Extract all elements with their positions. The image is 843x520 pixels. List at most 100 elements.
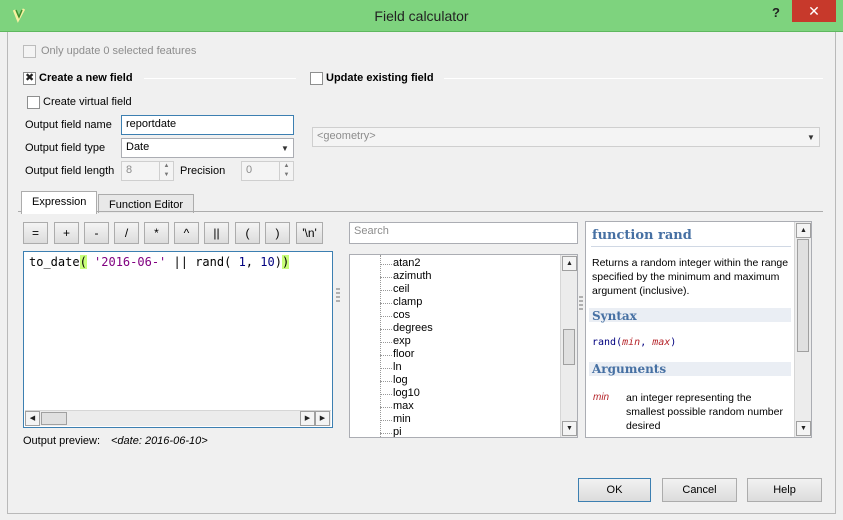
- code-paren: ): [281, 255, 290, 269]
- tree-branch-line: [380, 433, 392, 434]
- scroll-left-icon[interactable]: ◀: [25, 411, 40, 426]
- tree-branch-line: [380, 329, 392, 330]
- output-field-name-input[interactable]: reportdate: [121, 115, 294, 135]
- search-placeholder: Search: [354, 225, 389, 237]
- create-virtual-checkbox[interactable]: [27, 96, 40, 109]
- create-new-field-checkbox[interactable]: [23, 71, 36, 85]
- help-description: Returns a random integer within the rang…: [592, 257, 789, 297]
- function-tree-list[interactable]: atan2 azimuth ceil clamp cos degrees exp floor l…: [349, 254, 578, 438]
- splitter-handle[interactable]: [579, 296, 583, 310]
- code-paren: (: [79, 255, 87, 269]
- help-syntax-heading: Syntax: [592, 309, 637, 323]
- code-operator: ||: [166, 255, 196, 269]
- operator-close-paren-button[interactable]: ): [265, 222, 290, 244]
- tree-branch-line: [380, 277, 392, 278]
- help-button[interactable]: Help: [747, 478, 822, 502]
- output-field-type-label: Output field type: [25, 142, 106, 154]
- tree-branch-line: [380, 303, 392, 304]
- help-divider: [591, 246, 791, 247]
- function-list-item[interactable]: min: [393, 413, 411, 425]
- close-button[interactable]: ✕: [792, 0, 836, 22]
- horizontal-scrollbar[interactable]: ◀ ▶ ▶: [25, 410, 331, 426]
- operator-plus-button[interactable]: +: [54, 222, 79, 244]
- output-field-name-label: Output field name: [25, 119, 112, 131]
- create-new-field-label: Create a new field: [39, 72, 133, 84]
- help-arg-name: min: [593, 392, 610, 403]
- function-list-item[interactable]: exp: [393, 335, 411, 347]
- operator-concat-button[interactable]: ||: [204, 222, 229, 244]
- chevron-down-icon: ▼: [281, 143, 289, 153]
- operator-divide-button[interactable]: /: [114, 222, 139, 244]
- function-list-item[interactable]: max: [393, 400, 414, 412]
- tree-branch-line: [380, 355, 392, 356]
- geometry-field-combo[interactable]: <geometry> ▼: [312, 127, 820, 147]
- scroll-right-icon[interactable]: ▶: [315, 411, 330, 426]
- group-separator: [144, 78, 296, 79]
- cancel-button[interactable]: Cancel: [662, 478, 737, 502]
- function-list-item[interactable]: ln: [393, 361, 402, 373]
- precision-value: 0: [246, 164, 253, 176]
- syntax-function: rand: [592, 337, 617, 348]
- vertical-scrollbar[interactable]: ▲ ▼: [560, 255, 577, 437]
- scroll-thumb[interactable]: [41, 412, 67, 425]
- only-update-checkbox[interactable]: [23, 45, 36, 58]
- spin-up-icon[interactable]: ▲: [280, 162, 293, 171]
- tree-branch-line: [380, 394, 392, 395]
- syntax-separator: ,: [640, 337, 653, 348]
- scroll-down-icon[interactable]: ▼: [796, 421, 811, 436]
- function-list-item[interactable]: azimuth: [393, 270, 432, 282]
- only-update-label: Only update 0 selected features: [41, 45, 197, 57]
- function-list-item[interactable]: log10: [393, 387, 420, 399]
- function-list-item[interactable]: floor: [393, 348, 414, 360]
- splitter-handle[interactable]: [336, 288, 340, 302]
- output-preview-value: <date: 2016-06-10>: [111, 435, 208, 447]
- syntax-arg: min: [622, 337, 641, 348]
- syntax-arg: max: [652, 337, 671, 348]
- operator-newline-button[interactable]: '\n': [296, 222, 323, 244]
- function-list-item[interactable]: cos: [393, 309, 410, 321]
- scroll-right-icon[interactable]: ▶: [300, 411, 315, 426]
- expression-code[interactable]: to_date( '2016-06-' || rand( 1, 10)): [29, 255, 290, 269]
- function-list-item[interactable]: atan2: [393, 257, 421, 269]
- operator-open-paren-button[interactable]: (: [235, 222, 260, 244]
- help-arguments-heading: Arguments: [592, 362, 667, 376]
- tab-expression[interactable]: Expression: [21, 191, 98, 214]
- operator-multiply-button[interactable]: *: [144, 222, 169, 244]
- operator-minus-button[interactable]: -: [84, 222, 109, 244]
- tree-branch-line: [380, 407, 392, 408]
- output-field-type-combo[interactable]: Date ▼: [121, 138, 294, 158]
- tree-branch-line: [380, 368, 392, 369]
- precision-label: Precision: [180, 165, 226, 177]
- syntax-paren: ): [670, 337, 677, 348]
- ok-button[interactable]: OK: [578, 478, 651, 502]
- scroll-thumb[interactable]: [797, 239, 809, 352]
- vertical-scrollbar[interactable]: ▲ ▼: [794, 222, 811, 437]
- scroll-thumb[interactable]: [563, 329, 575, 365]
- scroll-down-icon[interactable]: ▼: [562, 421, 577, 436]
- precision-spinbox[interactable]: 0 ▲ ▼: [241, 161, 294, 181]
- scroll-up-icon[interactable]: ▲: [562, 256, 577, 271]
- create-virtual-label: Create virtual field: [43, 96, 132, 108]
- output-field-type-value: Date: [126, 141, 150, 153]
- spin-down-icon[interactable]: ▼: [160, 171, 173, 180]
- function-list-item[interactable]: pi: [393, 426, 402, 437]
- function-list-item[interactable]: degrees: [393, 322, 433, 334]
- scroll-up-icon[interactable]: ▲: [796, 223, 811, 238]
- tree-branch-line: [380, 264, 392, 265]
- spin-arrows[interactable]: ▲ ▼: [279, 162, 293, 180]
- operator-power-button[interactable]: ^: [174, 222, 199, 244]
- output-preview-label: Output preview:: [23, 435, 101, 447]
- spin-up-icon[interactable]: ▲: [160, 162, 173, 171]
- output-field-length-spinbox[interactable]: 8 ▲ ▼: [121, 161, 174, 181]
- update-existing-checkbox[interactable]: [310, 72, 323, 85]
- help-question-icon[interactable]: ?: [766, 5, 786, 23]
- spin-down-icon[interactable]: ▼: [280, 171, 293, 180]
- function-search-input[interactable]: Search: [349, 222, 578, 244]
- spin-arrows[interactable]: ▲ ▼: [159, 162, 173, 180]
- help-title: function rand: [592, 228, 692, 243]
- operator-equals-button[interactable]: =: [23, 222, 48, 244]
- function-list-item[interactable]: clamp: [393, 296, 422, 308]
- function-list-item[interactable]: log: [393, 374, 408, 386]
- expression-editor[interactable]: to_date( '2016-06-' || rand( 1, 10)) ◀ ▶…: [23, 251, 333, 428]
- function-list-item[interactable]: ceil: [393, 283, 410, 295]
